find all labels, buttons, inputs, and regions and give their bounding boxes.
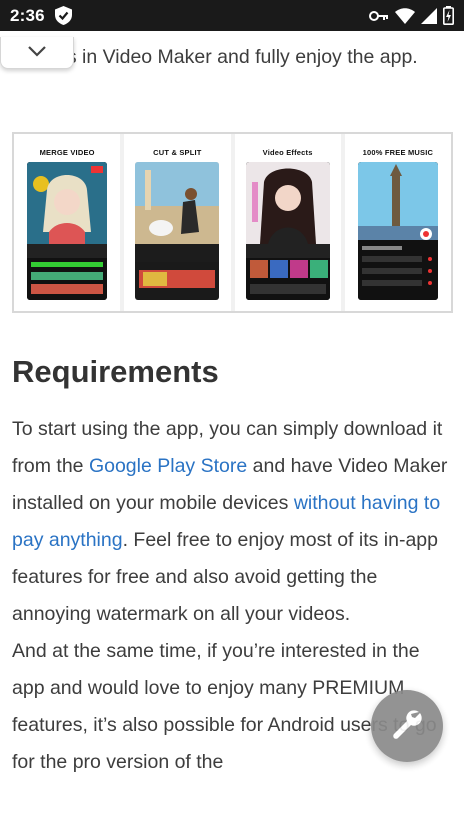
google-play-store-link[interactable]: Google Play Store	[89, 455, 247, 477]
promo-card-merge: MERGE VIDEO	[14, 134, 121, 311]
promo-card-title: 100% FREE MUSIC	[362, 148, 434, 157]
chevron-down-icon	[27, 44, 47, 62]
section-heading: Requirements	[12, 354, 219, 389]
promo-card-music: 100% FREE MUSIC	[344, 134, 451, 311]
shield-icon	[54, 6, 72, 25]
signal-icon	[421, 7, 437, 24]
promo-image: MERGE VIDEO CUT & SPLIT Video Effects 10…	[12, 132, 453, 313]
collapse-toggle-button[interactable]	[0, 37, 74, 69]
promo-card-title: CUT & SPLIT	[153, 148, 202, 157]
status-bar: 2:36	[0, 0, 464, 31]
wifi-icon	[395, 7, 415, 24]
phone-mockup	[135, 162, 220, 300]
article-content: es in Video Maker and fully enjoy the ap…	[0, 31, 464, 824]
wrench-icon	[391, 708, 423, 745]
phone-mockup	[27, 162, 108, 300]
tools-fab-button[interactable]	[371, 690, 443, 762]
vpn-key-icon	[369, 10, 389, 22]
promo-card-title: Video Effects	[262, 148, 313, 157]
phone-mockup	[245, 162, 330, 300]
battery-icon	[443, 6, 454, 25]
promo-card-effects: Video Effects	[234, 134, 341, 311]
paragraph-requirements: To start using the app, you can simply d…	[0, 411, 464, 633]
phone-mockup	[357, 162, 438, 300]
promo-card-cut: CUT & SPLIT	[124, 134, 231, 311]
status-time: 2:36	[10, 5, 45, 25]
promo-card-title: MERGE VIDEO	[39, 148, 95, 157]
